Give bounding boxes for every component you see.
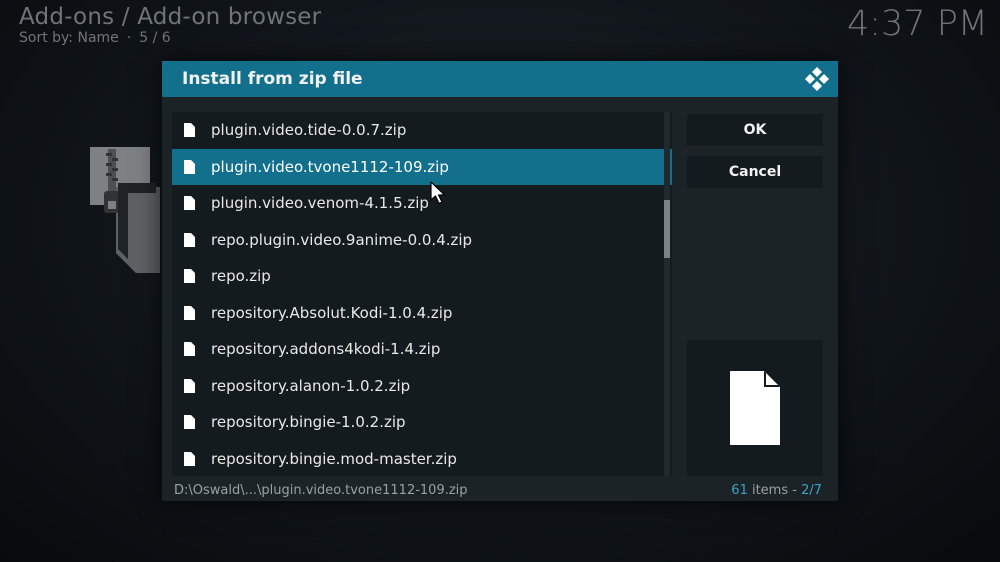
file-icon [184,269,195,284]
file-list-item[interactable]: repository.alanon-1.0.2.zip [172,368,672,405]
file-icon [730,371,780,445]
file-name: repository.Absolut.Kodi-1.0.4.zip [211,303,453,322]
file-icon [184,232,195,247]
list-scrollbar[interactable] [664,112,670,476]
page-indicator: 2/7 [801,483,822,498]
current-path: D:\Oswald\...\plugin.video.tvone1112-109… [174,483,468,498]
item-count: 61 items - 2/7 [731,483,822,498]
file-list-item-selected[interactable]: plugin.video.tvone1112-109.zip [172,148,672,185]
file-name: plugin.video.venom-4.1.5.zip [211,194,429,213]
file-icon [184,123,195,138]
file-name: repo.plugin.video.9anime-0.0.4.zip [211,230,473,249]
list-position: 5 / 6 [139,30,171,46]
mouse-cursor-icon [430,181,446,205]
sort-info: Sort by: Name · 5 / 6 [19,30,171,46]
file-list-item[interactable]: repository.addons4kodi-1.4.zip [172,331,672,368]
file-icon [184,305,195,320]
file-name: plugin.video.tide-0.0.7.zip [211,121,407,140]
file-list-item[interactable]: repo.zip [172,258,672,295]
file-list-item[interactable]: repository.bingie.mod-master.zip [172,441,672,478]
file-preview [687,340,823,476]
file-name: repository.addons4kodi-1.4.zip [211,340,441,359]
separator-dot: · [126,30,132,46]
file-icon [184,415,195,430]
item-count-number: 61 [731,483,748,498]
file-list: plugin.video.tide-0.0.7.zip plugin.video… [172,112,672,476]
cancel-button[interactable]: Cancel [687,156,823,188]
file-icon [184,196,195,211]
install-zip-dialog: Install from zip file plugin.video.tide-… [162,61,838,501]
file-name: repo.zip [211,267,271,286]
ok-button[interactable]: OK [687,114,823,146]
file-icon [184,159,195,174]
clock: 4:37 PM [846,4,988,44]
dialog-header: Install from zip file [162,61,838,97]
scrollbar-thumb[interactable] [664,200,670,258]
kodi-logo-icon [805,67,829,91]
file-name: repository.alanon-1.0.2.zip [211,376,411,395]
file-list-item[interactable]: repository.bingie-1.0.2.zip [172,404,672,441]
file-name: repository.bingie.mod-master.zip [211,449,457,468]
page-title: Add-ons / Add-on browser [19,4,322,30]
file-name: repository.bingie-1.0.2.zip [211,413,406,432]
file-icon [184,342,195,357]
sort-label: Sort by: Name [19,30,119,46]
items-label: items - [747,483,802,498]
file-list-item[interactable]: repository.Absolut.Kodi-1.0.4.zip [172,295,672,332]
file-name: plugin.video.tvone1112-109.zip [211,157,449,176]
file-icon [184,451,195,466]
file-list-item[interactable]: plugin.video.venom-4.1.5.zip [172,185,672,222]
zip-install-icon [90,147,160,273]
file-icon [184,378,195,393]
dialog-title: Install from zip file [182,69,363,89]
file-list-item[interactable]: plugin.video.tide-0.0.7.zip [172,112,672,149]
file-list-item[interactable]: repo.plugin.video.9anime-0.0.4.zip [172,222,672,259]
